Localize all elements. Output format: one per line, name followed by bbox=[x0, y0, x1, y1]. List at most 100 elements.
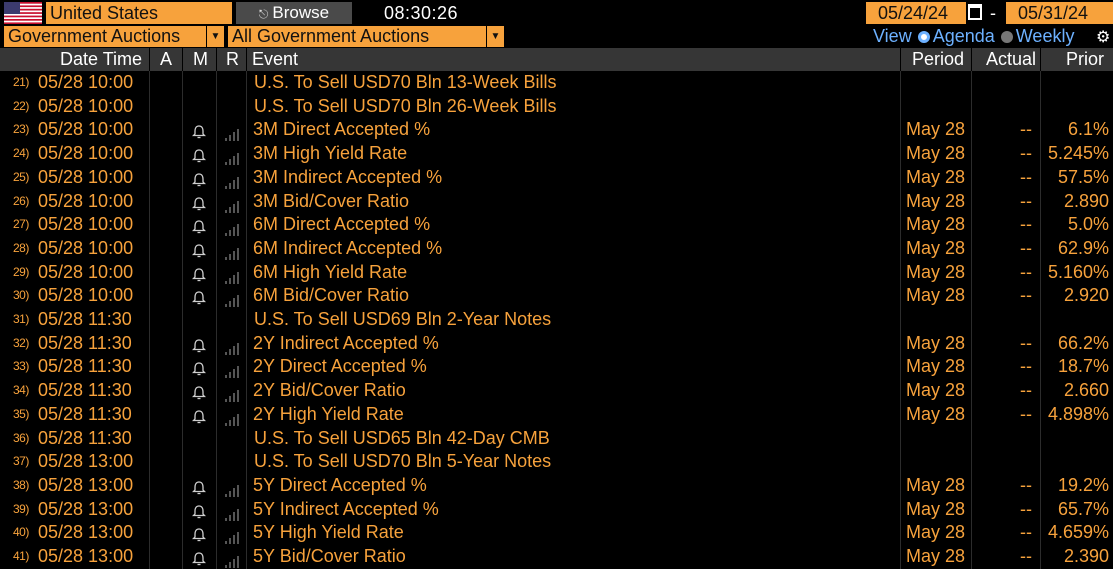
row-number[interactable]: 34) bbox=[13, 379, 37, 403]
bell-icon[interactable] bbox=[191, 336, 207, 352]
row-number[interactable]: 27) bbox=[13, 213, 37, 237]
table-row[interactable]: 24) 05/28 10:00 3M High Yield Rate May 28 --… bbox=[0, 142, 1113, 166]
row-number[interactable]: 29) bbox=[13, 261, 37, 285]
row-number[interactable]: 37) bbox=[13, 450, 37, 474]
event-name[interactable]: 6M High Yield Rate bbox=[253, 261, 407, 285]
table-row[interactable]: 34) 05/28 11:30 2Y Bid/Cover Ratio May 28 --… bbox=[0, 379, 1113, 403]
table-row[interactable]: 30) 05/28 10:00 6M Bid/Cover Ratio May 28 --… bbox=[0, 284, 1113, 308]
col-prior[interactable]: Prior bbox=[1066, 48, 1104, 71]
table-row[interactable]: 22) 05/28 10:00 U.S. To Sell USD70 Bln 26-… bbox=[0, 95, 1113, 119]
col-period[interactable]: Period bbox=[912, 48, 964, 71]
event-group-title[interactable]: U.S. To Sell USD70 Bln 13-Week Bills bbox=[254, 71, 556, 95]
start-date-field[interactable]: 05/24/24 bbox=[866, 2, 966, 24]
table-row[interactable]: 38) 05/28 13:00 5Y Direct Accepted % May 28… bbox=[0, 474, 1113, 498]
table-row[interactable]: 40) 05/28 13:00 5Y High Yield Rate May 28 --… bbox=[0, 521, 1113, 545]
table-row[interactable]: 21) 05/28 10:00 U.S. To Sell USD70 Bln 13-… bbox=[0, 71, 1113, 95]
category-dropdown[interactable]: Government Auctions bbox=[4, 26, 208, 47]
bell-icon[interactable] bbox=[191, 502, 207, 518]
calendar-icon[interactable] bbox=[968, 4, 982, 20]
agenda-radio-icon[interactable] bbox=[917, 31, 930, 43]
row-number[interactable]: 31) bbox=[13, 308, 37, 332]
end-date-field[interactable]: 05/31/24 bbox=[1006, 2, 1113, 24]
bell-icon[interactable] bbox=[191, 170, 207, 186]
event-name[interactable]: 5Y Indirect Accepted % bbox=[253, 498, 439, 522]
row-number[interactable]: 26) bbox=[13, 190, 37, 214]
table-row[interactable]: 35) 05/28 11:30 2Y High Yield Rate May 28 --… bbox=[0, 403, 1113, 427]
col-r[interactable]: R bbox=[226, 48, 239, 71]
event-name[interactable]: 2Y Bid/Cover Ratio bbox=[253, 379, 406, 403]
event-name[interactable]: 3M High Yield Rate bbox=[253, 142, 407, 166]
bell-icon[interactable] bbox=[191, 478, 207, 495]
event-group-title[interactable]: U.S. To Sell USD65 Bln 42-Day CMB bbox=[254, 427, 550, 451]
event-name[interactable]: 2Y Direct Accepted % bbox=[253, 355, 427, 379]
view-option-agenda[interactable]: Agenda bbox=[933, 26, 995, 46]
row-number[interactable]: 21) bbox=[13, 71, 37, 95]
table-row[interactable]: 39) 05/28 13:00 5Y Indirect Accepted % May … bbox=[0, 498, 1113, 522]
col-event[interactable]: Event bbox=[252, 48, 298, 71]
event-name[interactable]: 5Y Bid/Cover Ratio bbox=[253, 545, 406, 569]
weekly-radio-icon[interactable] bbox=[1000, 31, 1013, 43]
event-name[interactable]: 3M Bid/Cover Ratio bbox=[253, 190, 409, 214]
bell-icon[interactable] bbox=[191, 525, 207, 542]
event-group-title[interactable]: U.S. To Sell USD70 Bln 5-Year Notes bbox=[254, 450, 551, 474]
subcategory-dropdown[interactable]: All Government Auctions bbox=[228, 26, 486, 47]
row-number[interactable]: 35) bbox=[13, 403, 37, 427]
table-row[interactable]: 25) 05/28 10:00 3M Indirect Accepted % May … bbox=[0, 166, 1113, 190]
table-row[interactable]: 37) 05/28 13:00 U.S. To Sell USD70 Bln 5-Y… bbox=[0, 450, 1113, 474]
col-actual[interactable]: Actual bbox=[986, 48, 1036, 71]
row-number[interactable]: 23) bbox=[13, 118, 37, 142]
event-name[interactable]: 2Y High Yield Rate bbox=[253, 403, 404, 427]
event-name[interactable]: 3M Indirect Accepted % bbox=[253, 166, 442, 190]
row-number[interactable]: 22) bbox=[13, 95, 37, 119]
bell-icon[interactable] bbox=[191, 265, 207, 281]
event-name[interactable]: 6M Bid/Cover Ratio bbox=[253, 284, 409, 308]
row-number[interactable]: 30) bbox=[13, 284, 37, 308]
bell-icon[interactable] bbox=[191, 407, 207, 423]
chevron-down-icon[interactable]: ▼ bbox=[206, 26, 224, 47]
browse-button[interactable]: ⎋ Browse bbox=[236, 2, 352, 24]
bell-icon[interactable] bbox=[191, 549, 207, 566]
table-row[interactable]: 28) 05/28 10:00 6M Indirect Accepted % May … bbox=[0, 237, 1113, 261]
event-name[interactable]: 6M Indirect Accepted % bbox=[253, 237, 442, 261]
row-number[interactable]: 28) bbox=[13, 237, 37, 261]
gear-icon[interactable]: ⚙ bbox=[1096, 27, 1110, 47]
event-name[interactable]: 5Y High Yield Rate bbox=[253, 521, 404, 545]
bell-icon[interactable] bbox=[191, 217, 207, 234]
row-number[interactable]: 38) bbox=[13, 474, 37, 498]
row-number[interactable]: 36) bbox=[13, 427, 37, 451]
table-row[interactable]: 41) 05/28 13:00 5Y Bid/Cover Ratio May 28 --… bbox=[0, 545, 1113, 569]
row-number[interactable]: 33) bbox=[13, 355, 37, 379]
col-a[interactable]: A bbox=[160, 48, 172, 71]
country-select[interactable]: United States bbox=[46, 2, 232, 24]
bell-icon[interactable] bbox=[191, 146, 207, 163]
chevron-down-icon[interactable]: ▼ bbox=[486, 26, 504, 47]
table-row[interactable]: 31) 05/28 11:30 U.S. To Sell USD69 Bln 2-Y… bbox=[0, 308, 1113, 332]
table-row[interactable]: 32) 05/28 11:30 2Y Indirect Accepted % May … bbox=[0, 332, 1113, 356]
bell-icon[interactable] bbox=[191, 241, 207, 258]
bell-icon[interactable] bbox=[191, 359, 207, 376]
event-name[interactable]: 3M Direct Accepted % bbox=[253, 118, 430, 142]
row-number[interactable]: 25) bbox=[13, 166, 37, 190]
table-row[interactable]: 33) 05/28 11:30 2Y Direct Accepted % May 28… bbox=[0, 355, 1113, 379]
table-row[interactable]: 29) 05/28 10:00 6M High Yield Rate May 28 --… bbox=[0, 261, 1113, 285]
bell-icon[interactable] bbox=[191, 288, 207, 305]
row-number[interactable]: 24) bbox=[13, 142, 37, 166]
event-group-title[interactable]: U.S. To Sell USD69 Bln 2-Year Notes bbox=[254, 308, 551, 332]
row-number[interactable]: 41) bbox=[13, 545, 37, 569]
row-number[interactable]: 39) bbox=[13, 498, 37, 522]
bell-icon[interactable] bbox=[191, 194, 207, 210]
event-name[interactable]: 2Y Indirect Accepted % bbox=[253, 332, 439, 356]
table-row[interactable]: 36) 05/28 11:30 U.S. To Sell USD65 Bln 42-… bbox=[0, 427, 1113, 451]
col-datetime[interactable]: Date Time bbox=[60, 48, 142, 71]
row-number[interactable]: 32) bbox=[13, 332, 37, 356]
event-name[interactable]: 6M Direct Accepted % bbox=[253, 213, 430, 237]
row-number[interactable]: 40) bbox=[13, 521, 37, 545]
event-group-title[interactable]: U.S. To Sell USD70 Bln 26-Week Bills bbox=[254, 95, 556, 119]
table-row[interactable]: 27) 05/28 10:00 6M Direct Accepted % May 28… bbox=[0, 213, 1113, 237]
col-m[interactable]: M bbox=[193, 48, 208, 71]
table-row[interactable]: 26) 05/28 10:00 3M Bid/Cover Ratio May 28 --… bbox=[0, 190, 1113, 214]
view-option-weekly[interactable]: Weekly bbox=[1016, 26, 1075, 46]
bell-icon[interactable] bbox=[191, 122, 207, 139]
event-name[interactable]: 5Y Direct Accepted % bbox=[253, 474, 427, 498]
bell-icon[interactable] bbox=[191, 383, 207, 400]
